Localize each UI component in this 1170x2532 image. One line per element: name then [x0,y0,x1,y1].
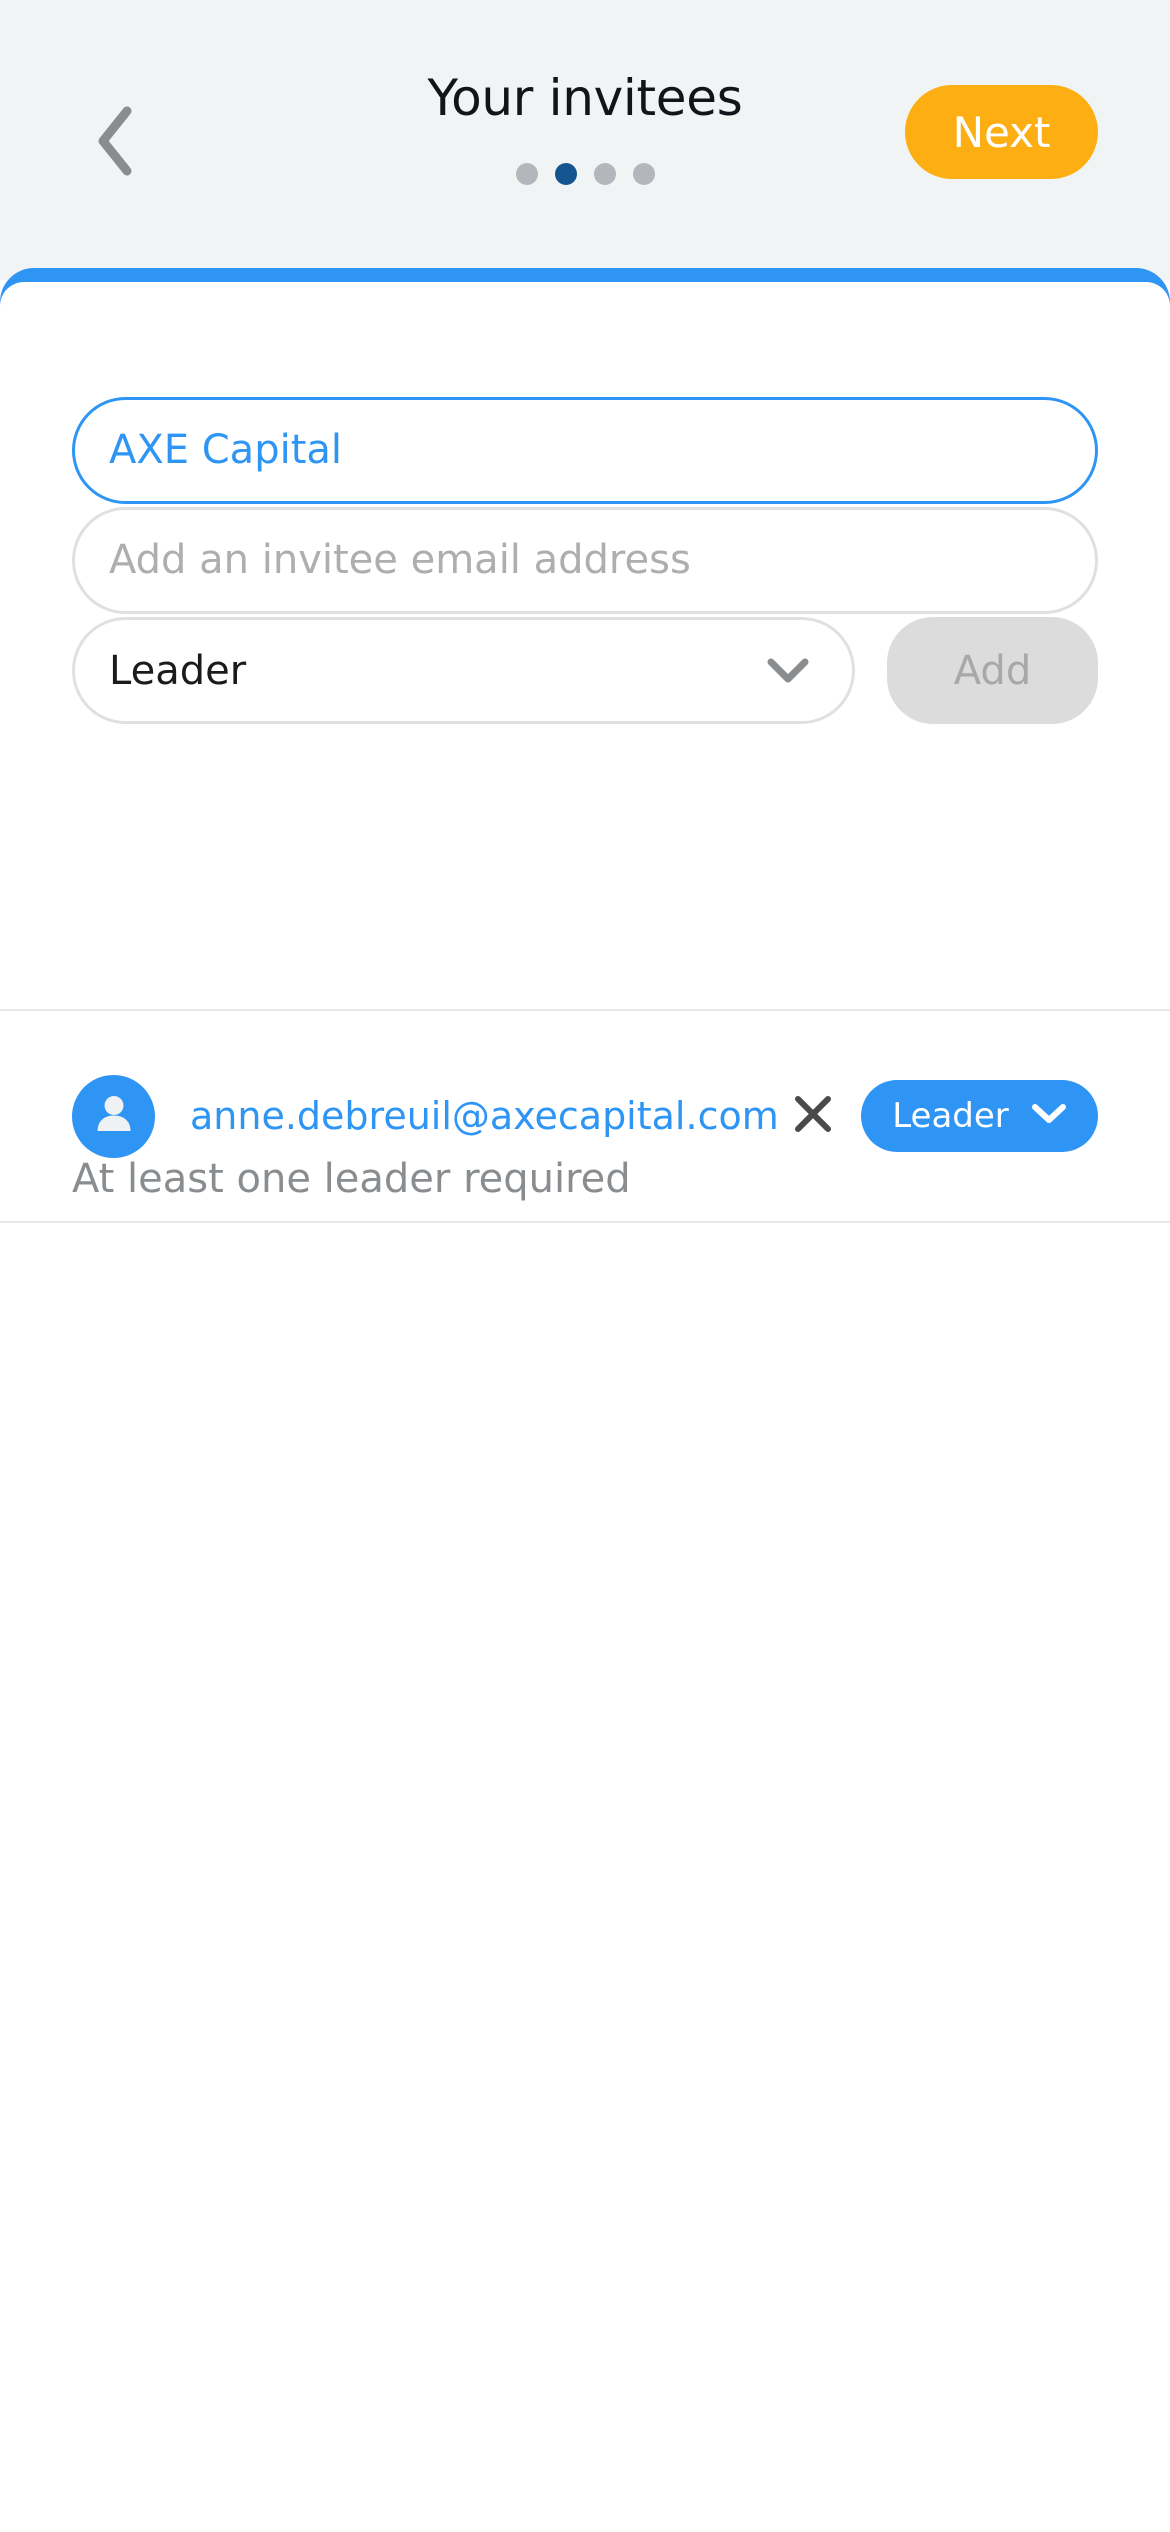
invitee-role-label: Leader [892,1096,1009,1136]
invitee-email-label: anne.debreuil@axecapital.com [190,1094,779,1138]
avatar [72,1074,155,1158]
pager-dot-2[interactable] [554,163,577,185]
invitee-list-item: anne.debreuil@axecapital.com Leader [0,1011,1170,1221]
pager-dot-3[interactable] [593,163,616,185]
pager-dot-4[interactable] [632,163,655,185]
remove-invitee-button[interactable] [785,1088,841,1144]
content-card: AXE Capital Add an invitee email address… [0,268,1170,2532]
invitee-email-placeholder: Add an invitee email address [109,537,691,583]
next-button[interactable]: Next [905,85,1098,179]
invitee-email-input[interactable]: Add an invitee email address [72,507,1098,614]
person-icon [91,1091,137,1141]
content-card-inner: AXE Capital Add an invitee email address… [0,282,1170,2532]
invitee-role-badge[interactable]: Leader [861,1080,1098,1152]
chevron-down-icon [766,657,810,685]
app-header: Your invitees Next [0,0,1170,280]
chevron-down-icon [1031,1102,1067,1130]
add-invitee-button[interactable]: Add [887,617,1098,724]
role-select-value: Leader [109,647,247,694]
pager-dot-1[interactable] [515,163,538,185]
close-icon [790,1091,836,1141]
organization-input[interactable]: AXE Capital [72,397,1098,504]
role-select[interactable]: Leader [72,617,855,724]
organization-input-value: AXE Capital [109,427,343,473]
divider-bottom [0,1221,1170,1223]
